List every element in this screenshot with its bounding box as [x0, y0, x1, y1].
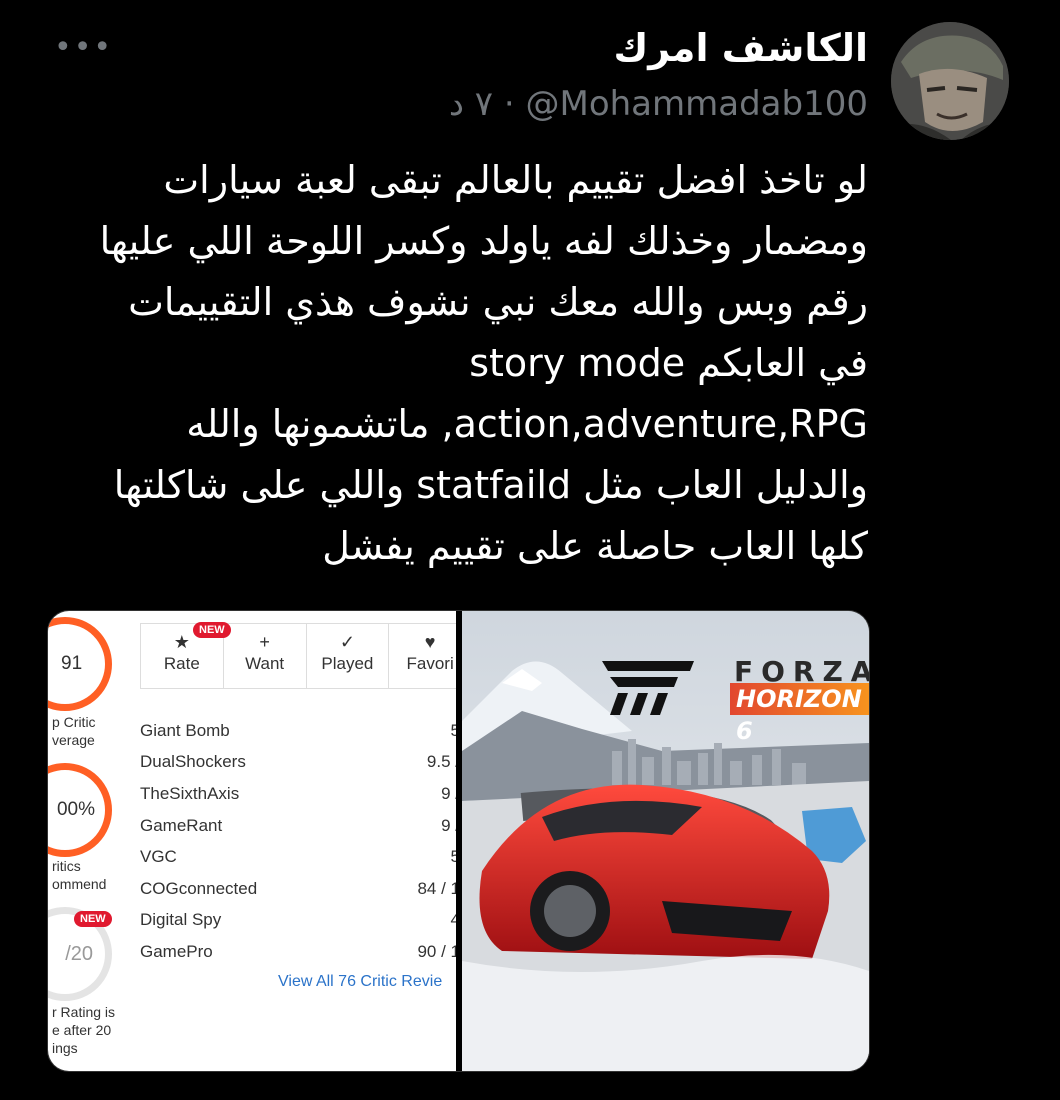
user-score-new-badge: NEW: [74, 911, 112, 927]
critic-row[interactable]: GamePro 90 / 1: [140, 942, 456, 972]
critic-score: 90 / 1: [417, 942, 456, 961]
critic-name: Giant Bomb: [140, 721, 230, 740]
favorite-button[interactable]: ♥ Favori: [389, 624, 456, 688]
checkmark-icon: ✓: [339, 632, 355, 652]
tweet-text: لو تاخذ افضل تقييم بالعالم تبقى لعبة سيا…: [99, 158, 868, 568]
want-button[interactable]: + Want: [224, 624, 307, 688]
recommend-label: ritics ommend: [52, 858, 107, 892]
tweet-meta: ٧ د · @Mohammadab100: [449, 84, 868, 124]
critic-name: VGC: [140, 847, 177, 866]
user-score-value: /20: [65, 942, 93, 965]
critic-name: GamePro: [140, 942, 213, 961]
horizon-title: HORIZON 6: [730, 683, 869, 745]
more-options-icon[interactable]: •••: [54, 30, 113, 65]
metascore-label: p Critic verage: [52, 714, 96, 748]
tweet-media[interactable]: 91 p Critic verage 00% ritics ommend /20…: [47, 610, 870, 1072]
rate-label: Rate: [163, 654, 200, 673]
want-label: Want: [245, 654, 285, 673]
critic-row[interactable]: Digital Spy 4: [140, 910, 456, 940]
favorite-label: Favori: [406, 654, 454, 673]
view-all-reviews-link[interactable]: View All 76 Critic Revie: [278, 973, 442, 991]
critic-row[interactable]: COGconnected 84 / 1: [140, 879, 456, 909]
critic-name: COGconnected: [140, 879, 258, 898]
action-bar: ★ Rate NEW + Want ✓ Played ♥ Favori: [140, 622, 456, 689]
critic-row[interactable]: TheSixthAxis 9 /: [140, 784, 456, 814]
user-handle[interactable]: @Mohammadab100: [526, 84, 869, 124]
critic-name: Digital Spy: [140, 910, 222, 929]
rate-button[interactable]: ★ Rate NEW: [141, 622, 231, 688]
metascore-ring: 91: [48, 617, 112, 711]
game-cover-image[interactable]: FORZA HORIZON 6: [462, 611, 869, 1071]
meta-separator: ·: [503, 84, 515, 124]
critic-name: DualShockers: [140, 752, 246, 771]
avatar[interactable]: [891, 22, 1009, 140]
critic-row[interactable]: DualShockers 9.5 /: [140, 752, 456, 782]
avatar-portrait-icon: [891, 22, 1009, 140]
review-screenshot[interactable]: 91 p Critic verage 00% ritics ommend /20…: [48, 611, 456, 1071]
critic-row[interactable]: VGC 5: [140, 847, 456, 877]
critic-score: 9 /: [441, 816, 456, 835]
played-button[interactable]: ✓ Played: [307, 624, 390, 688]
critic-score: 84 / 1: [417, 879, 456, 898]
critic-score: 9.5 /: [426, 752, 456, 771]
heart-icon: ♥: [424, 632, 436, 652]
critic-score: 9 /: [441, 784, 456, 803]
user-score-label: r Rating is e after 20 ings: [52, 1004, 116, 1056]
plus-icon: +: [259, 632, 270, 652]
recommend-value: 00%: [56, 799, 95, 820]
metascore-value: 91: [61, 653, 83, 674]
recommend-ring: 00%: [48, 763, 112, 857]
critic-name: TheSixthAxis: [140, 784, 240, 803]
critic-row[interactable]: GameRant 9 /: [140, 816, 456, 846]
display-name[interactable]: الكاشف امرك: [613, 26, 868, 70]
critic-row[interactable]: Giant Bomb 5: [140, 721, 456, 751]
timestamp[interactable]: ٧ د: [449, 84, 493, 124]
forza-logo-icon: [602, 661, 694, 715]
played-label: Played: [321, 654, 374, 673]
critic-name: GameRant: [140, 816, 223, 835]
